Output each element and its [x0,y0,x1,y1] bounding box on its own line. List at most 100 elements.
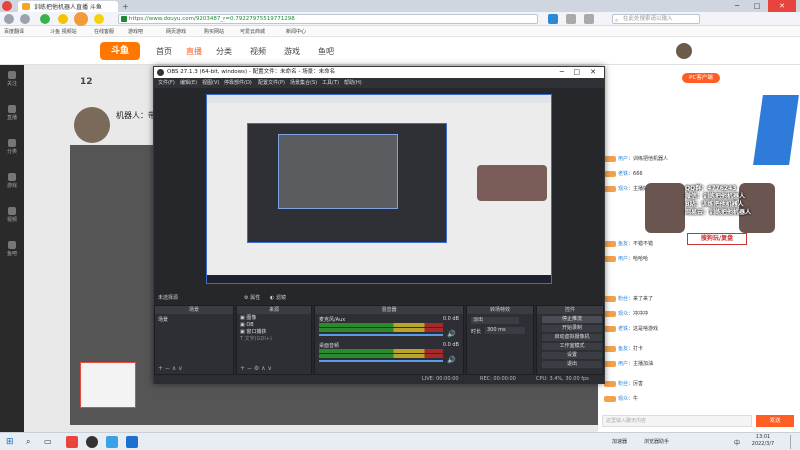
nav-category[interactable]: 分类 [216,46,232,57]
app-icon[interactable] [126,436,138,448]
pc-client-button[interactable]: PC客户端 [682,73,720,83]
task-view-icon[interactable]: ▭ [44,437,52,446]
chat-username[interactable]: 粉丝 [618,381,628,387]
chat-username[interactable]: 老铁 [618,171,628,177]
chat-username[interactable]: 用户 [618,361,628,367]
scene-item[interactable]: 场景 [155,314,233,325]
close-icon[interactable]: ✕ [768,0,796,12]
menu-profile[interactable]: 配置文件(P) [258,78,285,88]
transition-select[interactable]: 淡出 [471,317,519,324]
favorites-icon[interactable] [58,14,68,24]
obs-preview[interactable] [206,94,552,284]
obs-close-icon[interactable]: ✕ [590,67,596,78]
streamer-avatar[interactable] [74,107,110,143]
speaker-icon[interactable]: 🔊 [447,330,456,338]
chat-username[interactable]: 老铁 [618,326,628,332]
duration-input[interactable]: 300 ms [485,327,525,334]
nav-home[interactable]: 首页 [156,46,172,57]
gift-panel[interactable] [80,362,136,408]
bookmark-item[interactable]: 新闻中心 [286,28,306,35]
source-item[interactable]: T 文字(GDI+) [240,336,308,343]
forward-icon[interactable] [20,14,30,24]
menu-scene-collection[interactable]: 场景集合(S) [290,78,317,88]
minimize-icon[interactable]: ─ [728,0,746,12]
stop-streaming-button[interactable]: 停止推流 [542,316,602,323]
menu-docks[interactable]: 停靠部件(D) [224,78,252,88]
filters-button[interactable]: ◐ 滤镜 [270,293,286,303]
tray-item[interactable]: 加速器 [612,438,627,445]
chat-username[interactable]: 粉丝 [618,296,628,302]
virtual-camera-button[interactable]: 启动虚拟摄像机 [542,334,602,341]
obs-minimize-icon[interactable]: ─ [560,67,564,78]
chat-username[interactable]: 用户 [618,156,628,162]
reader-icon[interactable] [548,14,558,24]
obs-maximize-icon[interactable]: □ [573,67,580,78]
search-icon[interactable]: ⌕ [26,437,30,447]
nav-game[interactable]: 游戏 [284,46,300,57]
nav-video[interactable]: 视频 [250,46,266,57]
bookmark-item[interactable]: 百度翻译 [4,28,24,35]
avatar[interactable] [74,12,88,26]
chat-input[interactable]: 这里输入聊天内容 [602,415,752,427]
nav-live[interactable]: 直播 [186,46,202,57]
volume-slider[interactable] [319,360,443,362]
bookmark-item[interactable]: 网页游戏 [166,28,186,35]
menu-tools[interactable]: 工具(T) [322,78,339,88]
speaker-icon[interactable]: 🔊 [447,356,456,364]
bookmark-item[interactable]: 购买网站 [204,28,224,35]
start-icon[interactable]: ⊞ [6,437,14,447]
maximize-icon[interactable]: □ [748,0,766,12]
source-item[interactable]: ▣ OB [240,322,308,329]
menu-edit[interactable]: 编辑(E) [180,78,197,88]
sidebar-item-follow[interactable]: 关注 [3,71,21,87]
bookmark-item[interactable]: 可爱云商城 [240,28,265,35]
chat-username[interactable]: 鱼友 [618,241,628,247]
back-icon[interactable] [4,14,14,24]
user-avatar[interactable] [676,43,692,59]
chat-username[interactable]: 观众 [618,311,628,317]
exit-button[interactable]: 退出 [542,361,602,368]
sidebar-item-video[interactable]: 视频 [3,207,21,223]
bookmark-item[interactable]: 在线客服 [94,28,114,35]
volume-slider[interactable] [319,334,443,336]
obs-icon[interactable] [86,436,98,448]
ime-indicator[interactable]: 中 [734,438,740,447]
source-list-controls[interactable]: + − ⚙ ∧ ∨ [240,365,272,372]
sidebar-item-category[interactable]: 分类 [3,139,21,155]
extension-icon[interactable] [94,14,104,24]
browser-logo-icon[interactable] [2,1,12,11]
start-recording-button[interactable]: 开始录制 [542,325,602,332]
address-bar[interactable]: https://www.douyu.com/9203487_r=0.792279… [118,14,538,24]
settings-button[interactable]: 设置 [542,352,602,359]
scene-list-controls[interactable]: + − ∧ ∨ [158,365,183,372]
screenshot-icon[interactable] [566,14,576,24]
show-desktop-button[interactable] [790,435,796,449]
promo-banner[interactable] [753,95,799,165]
chat-username[interactable]: 用户 [618,256,628,262]
source-item[interactable]: ▣ 图像 [240,315,308,322]
studio-mode-button[interactable]: 工作室模式 [542,343,602,350]
menu-icon[interactable] [584,14,594,24]
chat-username[interactable]: 观众 [618,396,628,402]
send-button[interactable]: 发送 [756,415,794,427]
props-button[interactable]: ⚙ 属性 [244,293,260,303]
nav-fishbar[interactable]: 鱼吧 [318,46,334,57]
chat-username[interactable]: 鱼友 [618,346,628,352]
app-icon[interactable] [106,436,118,448]
sidebar-item-live[interactable]: 直播 [3,105,21,121]
clock[interactable]: 13:01 2022/3/7 [748,434,778,448]
menu-file[interactable]: 文件(F) [158,78,175,88]
bookmark-item[interactable]: 游戏吧 [128,28,143,35]
search-input[interactable]: ⌕ 在此处搜索请以输入 [612,14,700,24]
tab-active[interactable]: 训练把他机器人直播 斗鱼 [18,1,118,12]
source-item[interactable]: ▣ 窗口捕获 [240,329,308,336]
chat-username[interactable]: 观众 [618,186,628,192]
new-tab-icon[interactable]: + [122,2,129,11]
sidebar-item-fishbar[interactable]: 鱼吧 [3,241,21,257]
chrome-icon[interactable] [66,436,78,448]
bookmark-item[interactable]: 斗鱼 视频站 [50,28,77,35]
site-logo[interactable]: 斗鱼 [100,42,140,60]
sidebar-item-game[interactable]: 游戏 [3,173,21,189]
tray-item[interactable]: 浏览器助手 [644,438,669,445]
menu-view[interactable]: 视图(V) [202,78,219,88]
